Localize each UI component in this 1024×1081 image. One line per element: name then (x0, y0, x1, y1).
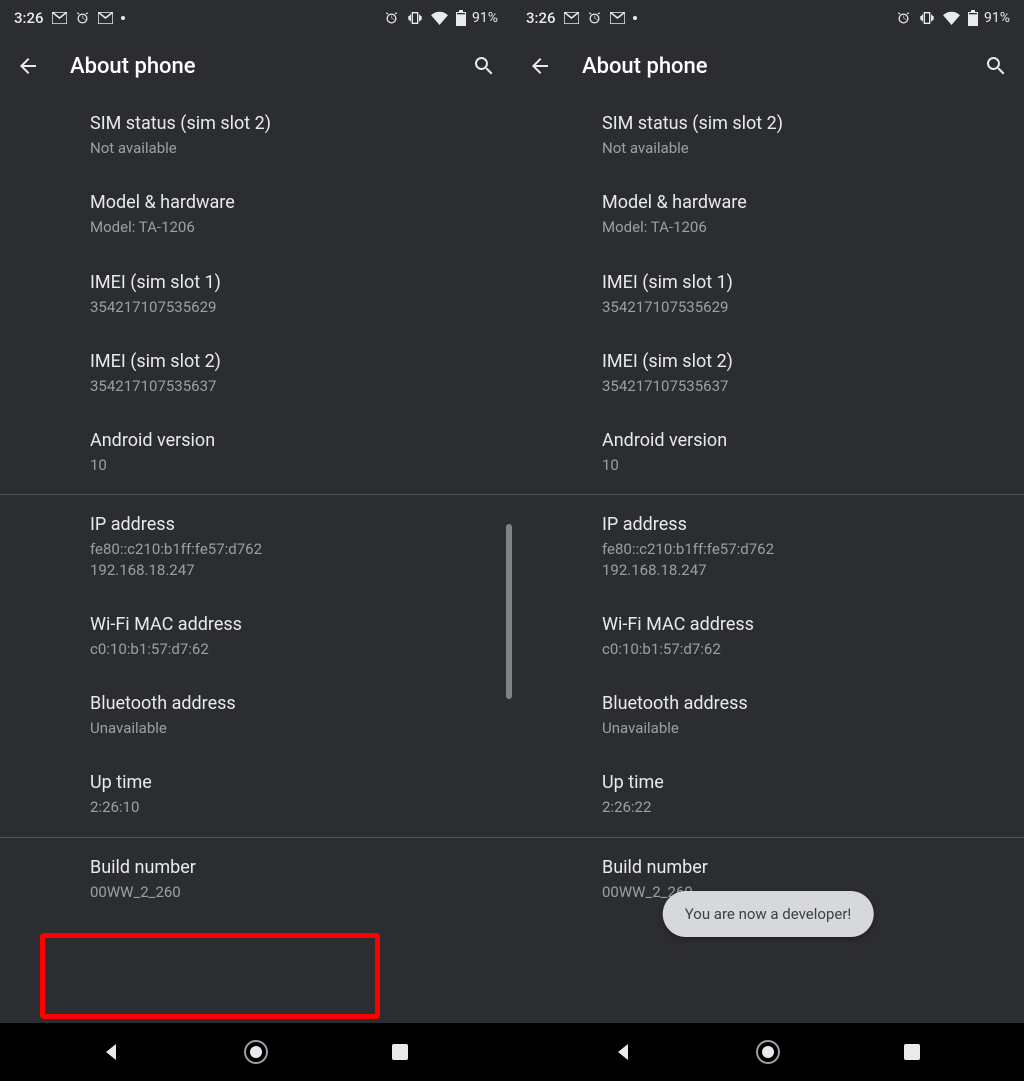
status-bar: 3:26 91% (0, 0, 512, 36)
page-title: About phone (70, 54, 442, 79)
ip-address-item[interactable]: IP address fe80::c210:b1ff:fe57:d762 192… (0, 497, 512, 597)
search-button[interactable] (982, 52, 1010, 80)
imei-slot1-item[interactable]: IMEI (sim slot 1) 354217107535629 (0, 255, 512, 334)
nav-recent-button[interactable] (385, 1037, 415, 1067)
uptime-item[interactable]: Up time 2:26:10 (0, 755, 512, 834)
square-recent-icon (391, 1043, 409, 1061)
highlight-annotation (40, 933, 380, 1019)
battery-icon (968, 10, 978, 26)
ip-address-item[interactable]: IP address fe80::c210:b1ff:fe57:d762 192… (512, 497, 1024, 597)
navigation-bar (0, 1023, 512, 1081)
status-time: 3:26 (14, 9, 44, 27)
status-time: 3:26 (526, 9, 556, 27)
divider (512, 837, 1024, 838)
circle-home-icon (243, 1039, 269, 1065)
gmail-icon (52, 12, 67, 24)
back-button[interactable] (526, 52, 554, 80)
vibrate-icon (919, 10, 935, 26)
nav-home-button[interactable] (241, 1037, 271, 1067)
model-hardware-item[interactable]: Model & hardware Model: TA-1206 (512, 175, 1024, 254)
search-button[interactable] (470, 52, 498, 80)
imei-slot2-item[interactable]: IMEI (sim slot 2) 354217107535637 (512, 334, 1024, 413)
wifi-icon (943, 11, 960, 25)
nav-back-button[interactable] (609, 1037, 639, 1067)
arrow-back-icon (528, 54, 552, 78)
divider (0, 494, 512, 495)
uptime-item[interactable]: Up time 2:26:22 (512, 755, 1024, 834)
battery-percent: 91% (984, 10, 1010, 26)
wifi-icon (431, 11, 448, 25)
gmail-icon (564, 12, 579, 24)
android-version-item[interactable]: Android version 10 (0, 413, 512, 492)
nav-back-button[interactable] (97, 1037, 127, 1067)
model-hardware-item[interactable]: Model & hardware Model: TA-1206 (0, 175, 512, 254)
gmail-icon (610, 12, 625, 24)
page-title: About phone (582, 54, 954, 79)
sim-status-slot2-item[interactable]: SIM status (sim slot 2) Not available (0, 96, 512, 175)
back-button[interactable] (14, 52, 42, 80)
navigation-bar (512, 1023, 1024, 1081)
alarm-icon (75, 11, 90, 26)
phone-left: 3:26 91% About phone SIM status (sim slo… (0, 0, 512, 1081)
settings-scroll[interactable]: SIM status (sim slot 2) Not available Mo… (512, 96, 1024, 1023)
battery-icon (456, 10, 466, 26)
square-recent-icon (903, 1043, 921, 1061)
developer-toast: You are now a developer! (663, 891, 874, 937)
settings-scroll[interactable]: SIM status (sim slot 2) Not available Mo… (0, 96, 512, 1023)
phone-right: 3:26 91% About phone SIM status (sim slo… (512, 0, 1024, 1081)
bluetooth-address-item[interactable]: Bluetooth address Unavailable (512, 676, 1024, 755)
nav-home-button[interactable] (753, 1037, 783, 1067)
triangle-back-icon (102, 1042, 122, 1062)
nav-recent-button[interactable] (897, 1037, 927, 1067)
search-icon (472, 54, 496, 78)
imei-slot1-item[interactable]: IMEI (sim slot 1) 354217107535629 (512, 255, 1024, 334)
alarm-icon (384, 11, 399, 26)
gmail-icon (98, 12, 113, 24)
divider (0, 837, 512, 838)
bluetooth-address-item[interactable]: Bluetooth address Unavailable (0, 676, 512, 755)
sim-status-slot2-item[interactable]: SIM status (sim slot 2) Not available (512, 96, 1024, 175)
arrow-back-icon (16, 54, 40, 78)
build-number-item[interactable]: Build number 00WW_2_260 (0, 840, 512, 919)
search-icon (984, 54, 1008, 78)
wifi-mac-item[interactable]: Wi-Fi MAC address c0:10:b1:57:d7:62 (512, 597, 1024, 676)
triangle-back-icon (614, 1042, 634, 1062)
more-notifications-icon (121, 16, 125, 20)
app-bar: About phone (0, 36, 512, 96)
wifi-mac-item[interactable]: Wi-Fi MAC address c0:10:b1:57:d7:62 (0, 597, 512, 676)
android-version-item[interactable]: Android version 10 (512, 413, 1024, 492)
alarm-icon (587, 11, 602, 26)
vibrate-icon (407, 10, 423, 26)
divider (512, 494, 1024, 495)
battery-percent: 91% (472, 10, 498, 26)
status-bar: 3:26 91% (512, 0, 1024, 36)
imei-slot2-item[interactable]: IMEI (sim slot 2) 354217107535637 (0, 334, 512, 413)
alarm-icon (896, 11, 911, 26)
circle-home-icon (755, 1039, 781, 1065)
more-notifications-icon (633, 16, 637, 20)
app-bar: About phone (512, 36, 1024, 96)
